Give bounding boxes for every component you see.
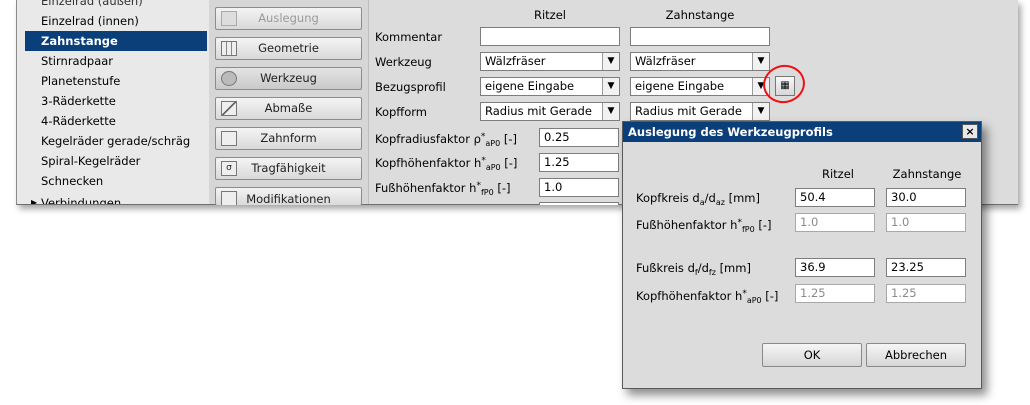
fusshoehenfaktor-zahnstange-field: 1.0 xyxy=(886,213,966,232)
kopfkreis-label: Kopfkreis da/daz [mm] xyxy=(636,191,760,207)
fusskreis-ritzel-field[interactable]: 36.9 xyxy=(795,258,875,277)
bezugsprofil-zahnstange-value: eigene Eingabe xyxy=(635,79,725,93)
kopfkreis-zahnstange-field[interactable]: 30.0 xyxy=(886,188,966,207)
kopfform-label: Kopfform xyxy=(375,105,427,119)
bezugsprofil-zahnstange-select[interactable]: eigene Eingabe ▼ xyxy=(630,77,770,96)
bezugsprofil-ritzel-select[interactable]: eigene Eingabe ▼ xyxy=(480,77,620,96)
werkzeug-button[interactable]: Werkzeug xyxy=(215,67,362,90)
abmasse-icon xyxy=(221,101,237,116)
modifikationen-icon xyxy=(221,191,237,205)
kopfhoehenfaktor-zahnstange-field: 1.25 xyxy=(886,284,966,303)
dialog-column-ritzel: Ritzel xyxy=(821,167,854,181)
fusshoehenfaktor-label: Fußhöhenfaktor h*fP0 [-] xyxy=(375,181,511,197)
abmasse-button[interactable]: Abmaße xyxy=(215,97,362,120)
kopfform-ritzel-select[interactable]: Radius mit Gerade ▼ xyxy=(480,102,620,121)
geometrie-button[interactable]: Geometrie xyxy=(215,37,362,60)
kopfhoehenfaktor-dialog-label: Kopfhöhenfaktor h*aP0 [-] xyxy=(636,289,779,305)
cancel-button[interactable]: Abbrechen xyxy=(866,343,966,367)
werkzeug-zahnstange-select[interactable]: Wälzfräser ▼ xyxy=(630,52,770,71)
column-header-zahnstange: Zahnstange xyxy=(665,8,735,22)
kommentar-zahnstange-field[interactable] xyxy=(630,27,770,46)
kopfhoehenfaktor-ritzel-field: 1.25 xyxy=(795,284,875,303)
chevron-down-icon[interactable]: ▼ xyxy=(602,53,619,70)
tree-item-zahnstange[interactable]: Zahnstange xyxy=(25,31,207,51)
calculation-tree: Einzelrad (außen) Einzelrad (innen) Zahn… xyxy=(17,0,209,205)
dialog-column-zahnstange: Zahnstange xyxy=(892,167,962,181)
tragfaehigkeit-button[interactable]: σ Tragfähigkeit xyxy=(215,157,362,180)
werkzeug-ritzel-value: Wälzfräser xyxy=(485,54,546,68)
tree-item-verbindungen-label: Verbindungen xyxy=(41,196,122,205)
tree-item-verbindungen[interactable]: ▶ Verbindungen xyxy=(25,193,207,205)
dialog-title-bar[interactable]: Auslegung des Werkzeugprofils × xyxy=(623,122,981,142)
werkzeug-ritzel-select[interactable]: Wälzfräser ▼ xyxy=(480,52,620,71)
kopfform-ritzel-value: Radius mit Gerade xyxy=(485,104,592,118)
fusshoehenfaktor-dialog-label: Fußhöhenfaktor h*fP0 [-] xyxy=(636,218,772,234)
modifikationen-button[interactable]: Modifikationen xyxy=(215,187,362,205)
tree-item-planetenstufe[interactable]: Planetenstufe xyxy=(25,71,207,91)
auslegung-button[interactable]: Auslegung xyxy=(215,7,362,30)
chevron-down-icon[interactable]: ▼ xyxy=(602,78,619,95)
werkzeug-zahnstange-value: Wälzfräser xyxy=(635,54,696,68)
chevron-down-icon[interactable]: ▼ xyxy=(752,53,769,70)
tragfaehigkeit-sigma-icon: σ xyxy=(221,161,237,176)
kopfhoehenfaktor-ritzel-field[interactable]: 1.25 xyxy=(539,153,619,172)
bezugsprofil-ritzel-value: eigene Eingabe xyxy=(485,79,575,93)
bezugsprofil-label: Bezugsprofil xyxy=(375,80,446,94)
kopfhoehenfaktor-label: Kopfhöhenfaktor h*aP0 [-] xyxy=(375,156,518,172)
tree-item-stirnradpaar[interactable]: Stirnradpaar xyxy=(25,51,207,71)
kopfform-zahnstange-select[interactable]: Radius mit Gerade ▼ xyxy=(630,102,770,121)
kopfradiusfaktor-label: Kopfradiusfaktor ρ*aP0 [-] xyxy=(375,132,517,148)
kommentar-label: Kommentar xyxy=(375,30,443,44)
tree-item-einzelrad-aussen[interactable]: Einzelrad (außen) xyxy=(25,0,207,11)
chevron-down-icon[interactable]: ▼ xyxy=(752,103,769,120)
kommentar-ritzel-field[interactable] xyxy=(480,27,620,46)
fusshoehenfaktor-ritzel-field[interactable]: 1.0 xyxy=(539,178,619,197)
geometrie-grid-icon xyxy=(221,41,237,56)
tree-item-kegelraeder[interactable]: Kegelräder gerade/schräg xyxy=(25,131,207,151)
werkzeug-label: Werkzeug xyxy=(375,55,432,69)
tree-item-schnecken[interactable]: Schnecken xyxy=(25,171,207,191)
werkzeug-label: Werkzeug xyxy=(260,71,317,85)
zahnform-label: Zahnform xyxy=(260,131,317,145)
column-header-ritzel: Ritzel xyxy=(533,8,566,22)
dialog-title: Auslegung des Werkzeugprofils xyxy=(628,125,833,139)
fusskreis-zahnstange-field[interactable]: 23.25 xyxy=(886,258,966,277)
auslegung-label: Auslegung xyxy=(258,11,319,25)
fusskreis-label: Fußkreis df/dfz [mm] xyxy=(636,261,751,277)
tree-item-spiral-kegelraeder[interactable]: Spiral-Kegelräder xyxy=(25,151,207,171)
kopfform-zahnstange-value: Radius mit Gerade xyxy=(635,104,742,118)
chevron-down-icon[interactable]: ▼ xyxy=(602,103,619,120)
tragfaehigkeit-label: Tragfähigkeit xyxy=(251,161,326,175)
abmasse-label: Abmaße xyxy=(264,101,313,115)
close-icon[interactable]: × xyxy=(962,124,978,139)
fusshoehenfaktor-ritzel-field: 1.0 xyxy=(795,213,875,232)
tree-item-einzelrad-innen[interactable]: Einzelrad (innen) xyxy=(25,11,207,31)
modifikationen-label: Modifikationen xyxy=(246,192,331,205)
ok-button[interactable]: OK xyxy=(762,343,862,367)
werkzeugprofil-dialog: Auslegung des Werkzeugprofils × Ritzel Z… xyxy=(622,121,982,389)
tree-item-4-raederkette[interactable]: 4-Räderkette xyxy=(25,111,207,131)
werkzeug-gear-icon xyxy=(221,71,237,86)
zahnform-icon xyxy=(221,131,237,146)
kopfradiusfaktor-ritzel-field[interactable]: 0.25 xyxy=(539,128,619,147)
kopfkreis-ritzel-field[interactable]: 50.4 xyxy=(795,188,875,207)
auslegung-icon xyxy=(221,11,237,26)
next-row-field[interactable] xyxy=(539,202,619,205)
zahnform-button[interactable]: Zahnform xyxy=(215,127,362,150)
expand-triangle-icon[interactable]: ▶ xyxy=(31,193,37,204)
geometrie-label: Geometrie xyxy=(258,41,319,55)
tree-item-3-raederkette[interactable]: 3-Räderkette xyxy=(25,91,207,111)
